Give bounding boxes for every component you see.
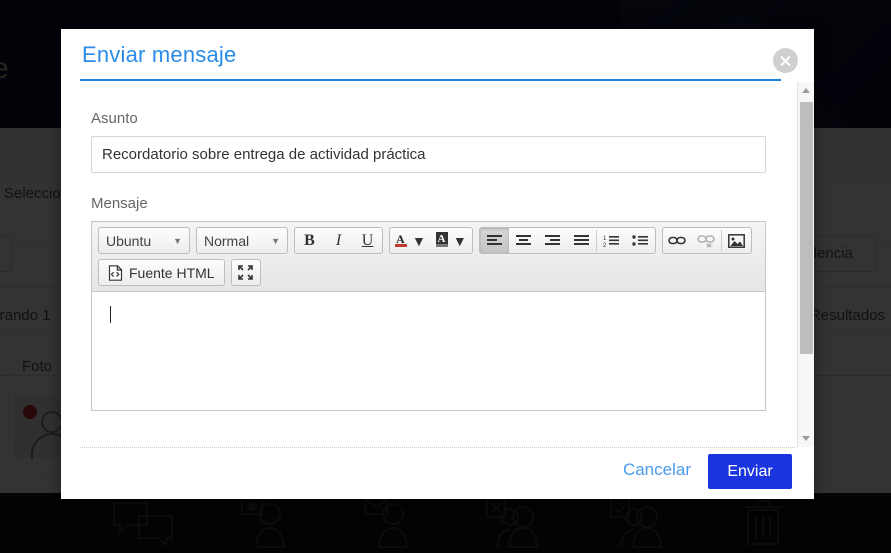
- dialog-footer: Cancelar Enviar: [61, 447, 814, 499]
- font-size-select[interactable]: Normal ▼: [196, 227, 288, 254]
- text-color-icon: A: [395, 232, 407, 247]
- unordered-list-button[interactable]: [626, 228, 655, 253]
- subject-input[interactable]: [91, 136, 766, 173]
- subject-label: Asunto: [91, 110, 138, 127]
- alignment-list-group: 1 2: [478, 227, 656, 254]
- align-right-button[interactable]: [538, 228, 567, 253]
- message-body-editor[interactable]: [92, 292, 765, 410]
- chevron-down-icon: ▼: [412, 232, 426, 249]
- html-source-button[interactable]: Fuente HTML: [98, 259, 225, 286]
- dialog-body: Asunto Mensaje Ubuntu ▼ Normal ▼: [61, 82, 814, 447]
- source-code-icon: [108, 264, 123, 281]
- send-button[interactable]: Enviar: [708, 454, 792, 489]
- dialog-scrollbar[interactable]: [797, 82, 814, 447]
- link-icon: [668, 236, 687, 245]
- screen-root: e Selecciona Coincidencia strando 1 Resu…: [0, 0, 891, 553]
- ordered-list-icon: 1 2: [603, 235, 620, 248]
- background-color-icon: A: [435, 232, 448, 247]
- scrollbar-thumb[interactable]: [800, 102, 813, 354]
- link-button[interactable]: [663, 228, 692, 253]
- text-color-button[interactable]: A ▼: [390, 228, 431, 253]
- send-message-dialog: Enviar mensaje Asunto Mensaje Ubuntu ▼: [61, 29, 814, 499]
- svg-text:A: A: [437, 233, 445, 245]
- ordered-list-button[interactable]: 1 2: [597, 228, 626, 253]
- insert-group: [661, 227, 752, 254]
- image-icon: [727, 233, 745, 248]
- bold-button[interactable]: B: [295, 228, 324, 253]
- image-button[interactable]: [722, 228, 751, 253]
- font-size-value: Normal: [204, 232, 250, 249]
- align-center-icon: [515, 235, 531, 245]
- scroll-down-icon[interactable]: [798, 430, 815, 447]
- editor-toolbar: Ubuntu ▼ Normal ▼ B I U A ▼ A ▼ 1 2 Fuen…: [92, 222, 765, 292]
- unlink-button[interactable]: [692, 228, 721, 253]
- maximize-icon: [238, 265, 253, 280]
- color-group: A ▼ A ▼: [389, 227, 473, 254]
- dialog-title-underline: [80, 79, 781, 81]
- dialog-header: Enviar mensaje: [61, 29, 814, 82]
- text-style-group: B I U: [294, 227, 383, 254]
- unlink-icon: [697, 234, 716, 248]
- svg-text:A: A: [396, 232, 405, 246]
- dialog-scroll-content: Asunto Mensaje Ubuntu ▼ Normal ▼: [61, 82, 782, 447]
- svg-text:1: 1: [603, 236, 607, 242]
- unordered-list-icon: [632, 234, 649, 246]
- text-caret: [110, 306, 111, 323]
- chevron-down-icon: ▼: [173, 235, 182, 246]
- svg-text:2: 2: [603, 243, 607, 248]
- align-left-button[interactable]: [479, 228, 509, 253]
- close-icon[interactable]: [773, 48, 798, 73]
- editor-toolbar-row-1: Ubuntu ▼ Normal ▼ B I U A ▼ A ▼ 1 2: [98, 227, 761, 254]
- html-source-label: Fuente HTML: [129, 264, 215, 281]
- message-label: Mensaje: [91, 195, 148, 212]
- cancel-button[interactable]: Cancelar: [617, 459, 697, 481]
- chevron-down-icon: ▼: [271, 235, 280, 246]
- editor-toolbar-row-2: Fuente HTML: [98, 259, 761, 286]
- background-color-button[interactable]: A ▼: [431, 228, 472, 253]
- scroll-up-icon[interactable]: [798, 82, 815, 99]
- align-right-icon: [544, 235, 560, 245]
- underline-button[interactable]: U: [353, 228, 382, 253]
- align-left-icon: [486, 235, 502, 245]
- align-center-button[interactable]: [509, 228, 538, 253]
- dialog-title: Enviar mensaje: [82, 42, 237, 67]
- align-justify-icon: [573, 235, 589, 245]
- chevron-down-icon: ▼: [452, 232, 467, 249]
- font-family-select[interactable]: Ubuntu ▼: [98, 227, 190, 254]
- maximize-button[interactable]: [230, 259, 261, 286]
- rich-text-editor: Ubuntu ▼ Normal ▼ B I U A ▼ A ▼ 1 2 Fuen…: [91, 221, 766, 411]
- footer-divider: [80, 447, 795, 448]
- italic-button[interactable]: I: [324, 228, 353, 253]
- font-family-value: Ubuntu: [106, 232, 152, 249]
- align-justify-button[interactable]: [567, 228, 596, 253]
